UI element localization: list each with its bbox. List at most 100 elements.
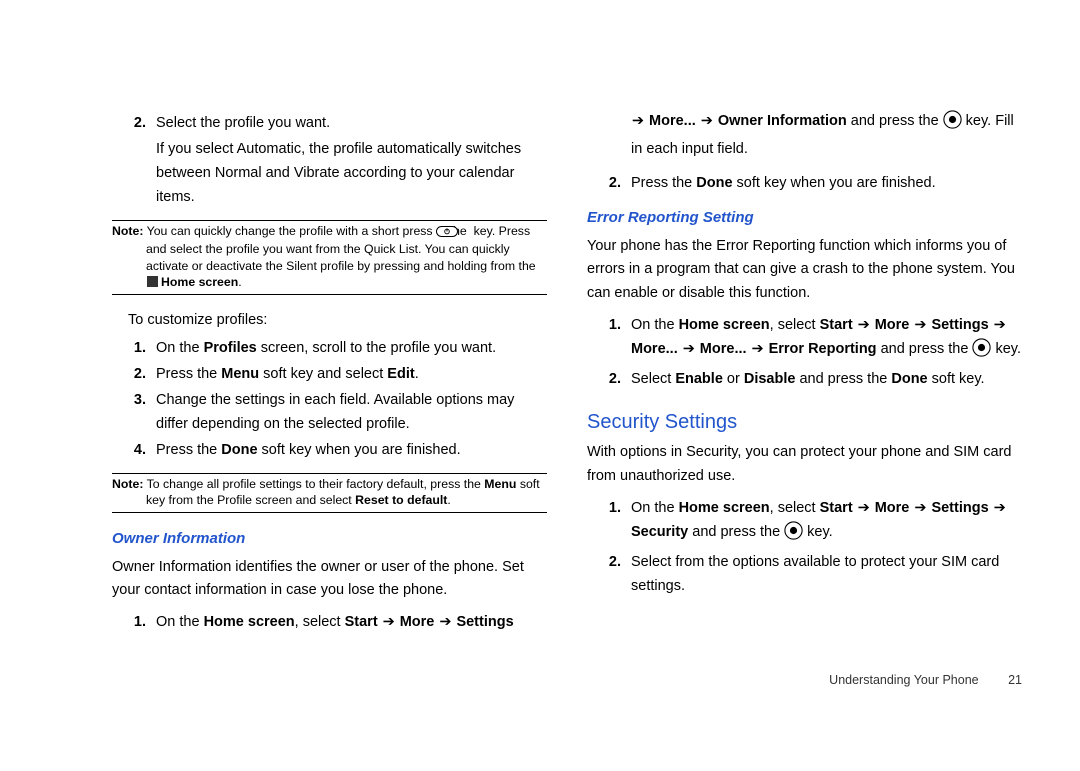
arrow-icon: ➔ xyxy=(857,314,871,338)
error-reporting-heading: Error Reporting Setting xyxy=(587,206,1022,231)
t: On the xyxy=(156,614,204,630)
arrow-icon: ➔ xyxy=(857,497,871,521)
step-text: Press the Menu soft key and select Edit. xyxy=(156,363,419,387)
nav-item: Error Reporting xyxy=(769,341,877,357)
t: , select xyxy=(295,614,345,630)
customize-step-3: 3. Change the settings in each field. Av… xyxy=(112,389,547,437)
t: On the xyxy=(156,340,204,356)
t: . xyxy=(415,366,419,382)
step-text: On the Profiles screen, scroll to the pr… xyxy=(156,337,496,361)
owner-step-1: 1. On the Home screen, select Start ➔ Mo… xyxy=(112,611,547,635)
nav-item: Security xyxy=(631,524,688,540)
step-number: 3. xyxy=(112,389,156,437)
t: Select xyxy=(631,371,675,387)
step-number: 2. xyxy=(587,172,631,196)
ok-key-icon xyxy=(972,338,991,366)
ok-key-icon xyxy=(784,521,803,549)
customize-step-2: 2. Press the Menu soft key and select Ed… xyxy=(112,363,547,387)
note-home-bold: Home screen xyxy=(161,275,238,289)
t: and press the xyxy=(847,113,943,129)
t: screen, scroll to the profile you want. xyxy=(257,340,496,356)
t: key. xyxy=(991,341,1021,357)
t-bold: Done xyxy=(891,371,927,387)
arrow-icon: ➔ xyxy=(913,497,927,521)
note-end: . xyxy=(238,275,241,289)
right-column: ➔ More... ➔ Owner Information and press … xyxy=(587,110,1022,637)
owner-step-2: 2. Press the Done soft key when you are … xyxy=(587,172,1022,196)
step-number: 1. xyxy=(112,337,156,361)
step-text: On the Home screen, select Start ➔ More … xyxy=(631,314,1022,366)
t-bold: Disable xyxy=(744,371,796,387)
arrow-icon: ➔ xyxy=(631,110,645,134)
arrow-icon: ➔ xyxy=(993,497,1007,521)
step-number: 1. xyxy=(112,611,156,635)
nav-item: More xyxy=(400,614,435,630)
owner-step-1-continuation: ➔ More... ➔ Owner Information and press … xyxy=(587,110,1022,162)
footer-section: Understanding Your Phone xyxy=(829,673,978,687)
t: soft key. xyxy=(928,371,985,387)
t: On the xyxy=(631,500,679,516)
arrow-icon: ➔ xyxy=(913,314,927,338)
error-step-2: 2. Select Enable or Disable and press th… xyxy=(587,368,1022,392)
note-text: You can quickly change the profile with … xyxy=(147,224,471,238)
step-number: 2. xyxy=(587,551,631,599)
t: or xyxy=(723,371,744,387)
customize-step-4: 4. Press the Done soft key when you are … xyxy=(112,439,547,463)
nav-item: Settings xyxy=(931,317,988,333)
t-bold: Home screen xyxy=(679,500,770,516)
step-text: Press the Done soft key when you are fin… xyxy=(631,172,936,196)
arrow-icon: ➔ xyxy=(382,611,396,635)
note-quick-profile: Note: You can quickly change the profile… xyxy=(112,220,547,295)
nav-item: More xyxy=(875,500,910,516)
note-label: Note: xyxy=(112,224,143,238)
error-step-1: 1. On the Home screen, select Start ➔ Mo… xyxy=(587,314,1022,366)
step-text: Select Enable or Disable and press the D… xyxy=(631,368,985,392)
t: Press the xyxy=(631,175,696,191)
customize-step-1: 1. On the Profiles screen, scroll to the… xyxy=(112,337,547,361)
error-reporting-para: Your phone has the Error Reporting funct… xyxy=(587,235,1022,307)
arrow-icon: ➔ xyxy=(993,314,1007,338)
ok-key-icon xyxy=(943,110,962,138)
t: Press the xyxy=(156,442,221,458)
step-number: 2. xyxy=(112,112,156,136)
step-text: Press the Done soft key when you are fin… xyxy=(156,439,461,463)
step-text: Select from the options available to pro… xyxy=(631,551,1022,599)
step-number: 2. xyxy=(112,363,156,387)
nav-item: Settings xyxy=(456,614,513,630)
t: soft key when you are finished. xyxy=(733,175,936,191)
nav-item: Start xyxy=(820,500,853,516)
step-2: 2. Select the profile you want. xyxy=(112,112,547,136)
t-bold: Profiles xyxy=(204,340,257,356)
t-bold: Home screen xyxy=(679,317,770,333)
t: and press the xyxy=(688,524,784,540)
security-step-2: 2. Select from the options available to … xyxy=(587,551,1022,599)
t: and press the xyxy=(795,371,891,387)
security-settings-heading: Security Settings xyxy=(587,406,1022,439)
step-2-continuation: If you select Automatic, the profile aut… xyxy=(112,138,547,210)
t: key. xyxy=(803,524,833,540)
nav-item: Owner Information xyxy=(718,113,847,129)
t: and press the xyxy=(877,341,973,357)
t: , select xyxy=(770,317,820,333)
two-columns: 2. Select the profile you want. If you s… xyxy=(112,110,1022,637)
step-text: Change the settings in each field. Avail… xyxy=(156,389,547,437)
t: soft key when you are finished. xyxy=(258,442,461,458)
note-label: Note: xyxy=(112,477,143,491)
arrow-icon: ➔ xyxy=(682,338,696,362)
nav-item: More... xyxy=(700,341,747,357)
t: , select xyxy=(770,500,820,516)
customize-lead: To customize profiles: xyxy=(128,309,547,333)
t-bold: Enable xyxy=(675,371,723,387)
manual-page: 2. Select the profile you want. If you s… xyxy=(0,0,1080,771)
nav-item: Start xyxy=(345,614,378,630)
step-number: 2. xyxy=(587,368,631,392)
t: Press the xyxy=(156,366,221,382)
t-bold: Reset to default xyxy=(355,493,447,507)
arrow-icon: ➔ xyxy=(438,611,452,635)
step-number: 1. xyxy=(587,314,631,366)
t-bold: Edit xyxy=(387,366,414,382)
nav-item: Settings xyxy=(931,500,988,516)
t: . xyxy=(447,493,450,507)
t-bold: Menu xyxy=(221,366,259,382)
nav-item: More xyxy=(875,317,910,333)
